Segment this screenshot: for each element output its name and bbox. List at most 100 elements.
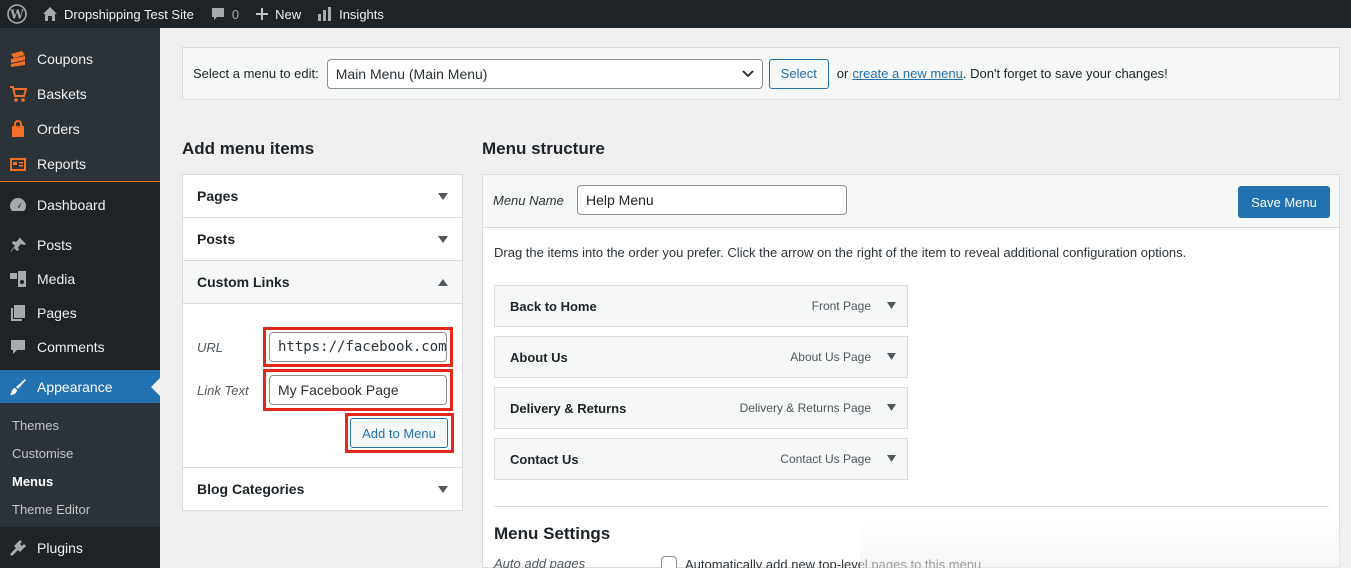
sidebar-item-orders[interactable]: Orders: [0, 112, 160, 146]
new-content-link[interactable]: New: [247, 0, 309, 28]
accordion-blog-categories[interactable]: Blog Categories: [183, 467, 462, 510]
triangle-down-icon[interactable]: [887, 353, 896, 360]
sidebar-item-dashboard[interactable]: Dashboard: [0, 188, 160, 222]
sidebar-item-label: Pages: [37, 305, 77, 321]
menu-name-input[interactable]: Help Menu: [577, 185, 847, 215]
menu-item-title: About Us: [510, 350, 568, 365]
comments-count: 0: [231, 6, 240, 22]
menu-structure-heading: Menu structure: [482, 139, 605, 158]
comments-link[interactable]: 0: [202, 0, 247, 28]
auto-add-pages-label: Auto add pages: [494, 556, 586, 568]
url-input[interactable]: https://facebook.com: [269, 332, 447, 362]
sidebar-item-label: Baskets: [37, 86, 87, 102]
divider: [494, 506, 1329, 507]
plus-icon: [256, 8, 269, 20]
triangle-down-icon[interactable]: [887, 404, 896, 411]
save-reminder-text: . Don't forget to save your changes!: [962, 66, 1168, 81]
pushpin-icon: [8, 235, 28, 255]
triangle-down-icon[interactable]: [887, 302, 896, 309]
insights-link[interactable]: Insights: [309, 0, 392, 28]
sidebar-item-posts[interactable]: Posts: [0, 228, 160, 262]
sidebar-item-label: Dashboard: [37, 197, 106, 213]
or-text: or: [836, 66, 849, 81]
submenu-item-theme-editor[interactable]: Theme Editor: [12, 502, 90, 517]
triangle-down-icon: [438, 236, 448, 243]
accordion-title: Custom Links: [197, 274, 290, 290]
menu-item-type: Delivery & Returns Page: [739, 401, 871, 415]
menu-item-row[interactable]: Contact Us Contact Us Page: [494, 438, 908, 480]
submenu-item-menus[interactable]: Menus: [12, 474, 53, 489]
url-label: URL: [197, 340, 224, 355]
insights-label: Insights: [339, 6, 384, 22]
site-name-link[interactable]: Dropshipping Test Site: [34, 0, 202, 28]
add-to-menu-button[interactable]: Add to Menu: [350, 418, 448, 448]
sidebar-item-baskets[interactable]: Baskets: [0, 77, 160, 111]
appearance-submenu: Themes Customise Menus Theme Editor: [0, 403, 160, 527]
triangle-down-icon[interactable]: [887, 455, 896, 462]
menu-header: Menu Name Help Menu Save Menu: [483, 175, 1339, 228]
sidebar-item-label: Reports: [37, 156, 87, 172]
sidebar-item-reports[interactable]: Reports: [0, 147, 160, 181]
triangle-down-icon: [438, 193, 448, 200]
menu-item-title: Delivery & Returns: [510, 401, 627, 416]
create-new-menu-link[interactable]: create a new menu: [852, 66, 963, 81]
paintbrush-icon: [8, 377, 28, 397]
sidebar-item-label: Comments: [37, 339, 105, 355]
sidebar-item-plugins[interactable]: Plugins: [0, 531, 160, 565]
add-menu-items-heading: Add menu items: [182, 139, 315, 158]
accordion-posts[interactable]: Posts: [183, 218, 462, 261]
link-text-input[interactable]: My Facebook Page: [269, 375, 447, 405]
sidebar-item-label: Orders: [37, 121, 80, 137]
select-menu-label: Select a menu to edit:: [193, 66, 319, 81]
menu-item-row[interactable]: About Us About Us Page: [494, 336, 908, 378]
plug-icon: [8, 538, 28, 558]
svg-text:W: W: [9, 8, 24, 22]
select-button[interactable]: Select: [768, 58, 829, 89]
save-menu-button[interactable]: Save Menu: [1238, 186, 1330, 218]
accordion-title: Posts: [197, 231, 236, 247]
pages-icon: [8, 303, 28, 323]
dashboard-gauge-icon: [8, 195, 28, 215]
menu-item-type: Contact Us Page: [780, 452, 871, 466]
new-label: New: [275, 6, 302, 22]
sidebar-item-label: Plugins: [37, 540, 83, 556]
selected-menu: Main Menu (Main Menu): [335, 65, 488, 82]
wordpress-logo-icon[interactable]: W: [0, 0, 34, 28]
add-menu-items-accordion: Pages Posts Custom Links URL https://fac…: [182, 174, 463, 511]
sidebar-item-media[interactable]: Media: [0, 262, 160, 296]
accordion-title: Pages: [197, 188, 239, 204]
bar-chart-icon: [318, 7, 332, 21]
menu-edit-panel: Menu Name Help Menu Save Menu Drag the i…: [482, 174, 1340, 568]
cart-icon: [8, 84, 28, 104]
accordion-title: Blog Categories: [197, 481, 305, 497]
sidebar-item-pages[interactable]: Pages: [0, 296, 160, 330]
submenu-item-customise[interactable]: Customise: [12, 446, 73, 461]
admin-bar: W Dropshipping Test Site 0 New Insights: [0, 0, 1351, 28]
link-text-label: Link Text: [197, 383, 249, 398]
coupon-icon: [8, 49, 28, 69]
menu-item-type: About Us Page: [790, 350, 871, 364]
current-menu-arrow: [151, 378, 160, 396]
sidebar-item-label: Posts: [37, 237, 73, 253]
site-name: Dropshipping Test Site: [64, 6, 194, 22]
accordion-pages[interactable]: Pages: [183, 175, 462, 218]
sidebar-item-coupons[interactable]: Coupons: [0, 42, 160, 76]
drag-instructions: Drag the items into the order you prefer…: [494, 245, 1187, 260]
triangle-down-icon: [438, 486, 448, 493]
chevron-down-icon: [742, 69, 754, 77]
media-icon: [8, 269, 28, 289]
menu-item-row[interactable]: Delivery & Returns Delivery & Returns Pa…: [494, 387, 908, 429]
menu-item-row[interactable]: Back to Home Front Page: [494, 285, 908, 327]
triangle-up-icon: [438, 279, 448, 286]
auto-add-pages-checkbox[interactable]: [661, 556, 677, 568]
menu-item-title: Back to Home: [510, 299, 597, 314]
accordion-custom-links[interactable]: Custom Links: [183, 261, 462, 304]
sidebar-item-comments[interactable]: Comments: [0, 330, 160, 364]
menu-select-dropdown[interactable]: Main Menu (Main Menu): [326, 58, 763, 89]
auto-add-pages-text: Automatically add new top-level pages to…: [685, 557, 982, 568]
submenu-item-themes[interactable]: Themes: [12, 418, 59, 433]
comment-bubble-icon: [211, 8, 224, 20]
sidebar-item-appearance[interactable]: Appearance: [0, 370, 160, 404]
menu-item-type: Front Page: [811, 299, 871, 313]
menu-name-label: Menu Name: [493, 193, 564, 208]
